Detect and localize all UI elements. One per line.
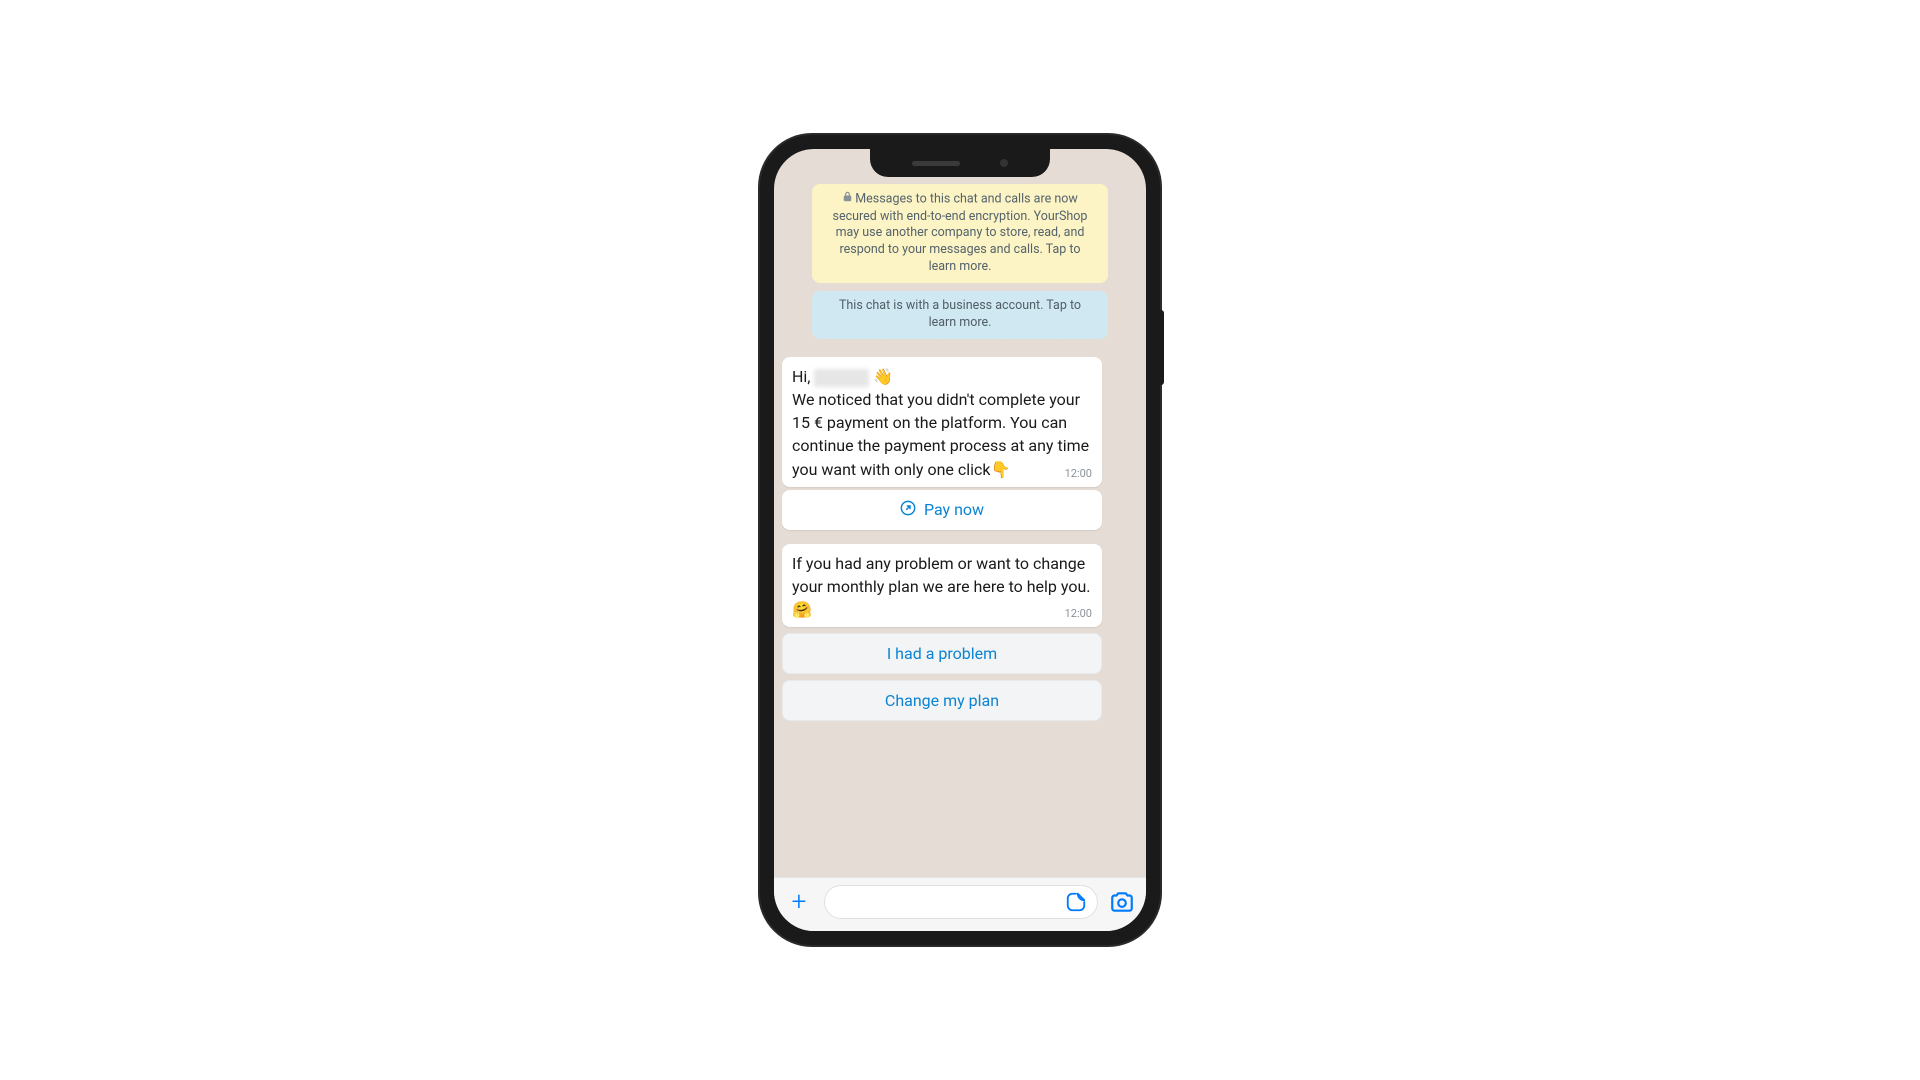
- phone-notch: [870, 149, 1050, 177]
- screen: Messages to this chat and calls are now …: [774, 149, 1146, 931]
- business-banner[interactable]: This chat is with a business account. Ta…: [812, 291, 1108, 339]
- plus-icon: +: [792, 887, 807, 917]
- camera-icon: [1109, 889, 1135, 915]
- message-group: If you had any problem or want to change…: [782, 544, 1138, 722]
- phone-power-button: [1159, 310, 1164, 385]
- message-time: 12:00: [1065, 466, 1092, 482]
- quick-reply-label: Change my plan: [885, 691, 999, 710]
- attach-button[interactable]: +: [784, 887, 814, 917]
- quick-reply-label: I had a problem: [887, 644, 997, 663]
- incoming-message[interactable]: Hi, 👋 We noticed that you didn't complet…: [782, 357, 1102, 487]
- message-input[interactable]: [824, 885, 1098, 919]
- sticker-button[interactable]: [1065, 891, 1087, 913]
- quick-reply-change-plan[interactable]: Change my plan: [782, 680, 1102, 721]
- camera-button[interactable]: [1108, 888, 1136, 916]
- notch-camera: [1000, 159, 1008, 167]
- message-time: 12:00: [1065, 606, 1092, 622]
- chat-area[interactable]: Messages to this chat and calls are now …: [774, 149, 1146, 877]
- message-greeting-prefix: Hi,: [792, 367, 814, 386]
- incoming-message[interactable]: If you had any problem or want to change…: [782, 544, 1102, 628]
- notch-speaker: [912, 161, 960, 166]
- phone-frame: Messages to this chat and calls are now …: [760, 135, 1160, 945]
- pay-now-button[interactable]: Pay now: [782, 490, 1102, 530]
- business-banner-text: This chat is with a business account. Ta…: [839, 298, 1081, 330]
- external-link-icon: [900, 500, 916, 520]
- lock-icon: [842, 191, 853, 208]
- input-bar: +: [774, 877, 1146, 931]
- pay-now-label: Pay now: [924, 500, 984, 519]
- message-body: If you had any problem or want to change…: [792, 554, 1091, 619]
- sticker-icon: [1065, 891, 1087, 913]
- encryption-banner-text: Messages to this chat and calls are now …: [833, 192, 1088, 275]
- redacted-name: [814, 369, 869, 387]
- message-group: Hi, 👋 We noticed that you didn't complet…: [782, 357, 1138, 530]
- encryption-banner[interactable]: Messages to this chat and calls are now …: [812, 184, 1108, 283]
- quick-reply-problem[interactable]: I had a problem: [782, 633, 1102, 674]
